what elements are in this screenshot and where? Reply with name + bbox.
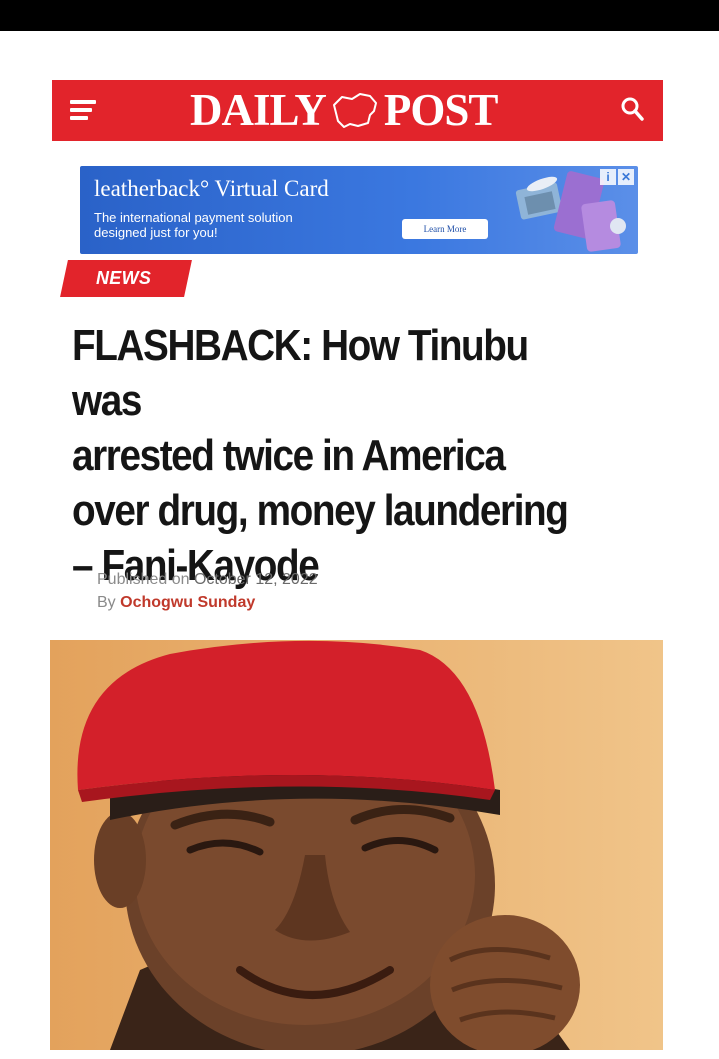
category-tag[interactable]: NEWS bbox=[60, 260, 192, 297]
ad-subtitle-line: designed just for you! bbox=[94, 225, 218, 240]
article-photo bbox=[50, 640, 663, 1050]
article-byline: Published on October 12, 2022 By Ochogwu… bbox=[97, 568, 318, 614]
ad-info-icon[interactable]: i bbox=[600, 169, 616, 185]
ad-subtitle-line: The international payment solution bbox=[94, 210, 293, 225]
site-header: DAILY POST bbox=[52, 80, 663, 141]
status-bar bbox=[0, 0, 719, 31]
by-label: By bbox=[97, 594, 116, 611]
published-label: Published on bbox=[97, 571, 190, 588]
logo-text-daily: DAILY bbox=[190, 85, 327, 135]
ad-subtitle: The international payment solution desig… bbox=[94, 210, 384, 240]
logo-text-post: POST bbox=[383, 85, 499, 135]
nigeria-map-icon bbox=[332, 93, 377, 128]
publish-info: Published on October 12, 2022 bbox=[97, 568, 318, 591]
ad-title: leatherback° Virtual Card bbox=[94, 176, 329, 201]
ad-close-icon[interactable]: ✕ bbox=[618, 169, 634, 185]
ad-learn-more-button[interactable]: Learn More bbox=[402, 219, 488, 239]
ad-controls: i ✕ bbox=[600, 169, 634, 187]
author-info: By Ochogwu Sunday bbox=[97, 591, 318, 614]
site-logo[interactable]: DAILY POST bbox=[190, 82, 499, 138]
portrait-illustration bbox=[50, 640, 663, 1050]
headline-line: arrested twice in America bbox=[72, 431, 506, 480]
headline-line: FLASHBACK: How Tinubu was bbox=[72, 321, 529, 425]
ad-banner[interactable]: leatherback° Virtual Card The internatio… bbox=[80, 166, 638, 254]
search-icon[interactable] bbox=[619, 95, 645, 123]
hamburger-menu-icon[interactable] bbox=[70, 100, 96, 120]
author-link[interactable]: Ochogwu Sunday bbox=[120, 594, 255, 611]
published-date: October 12, 2022 bbox=[193, 571, 318, 588]
article-headline: FLASHBACK: How Tinubu was arrested twice… bbox=[72, 318, 600, 593]
headline-line: over drug, money laundering bbox=[72, 486, 569, 535]
category-label: NEWS bbox=[96, 268, 152, 288]
